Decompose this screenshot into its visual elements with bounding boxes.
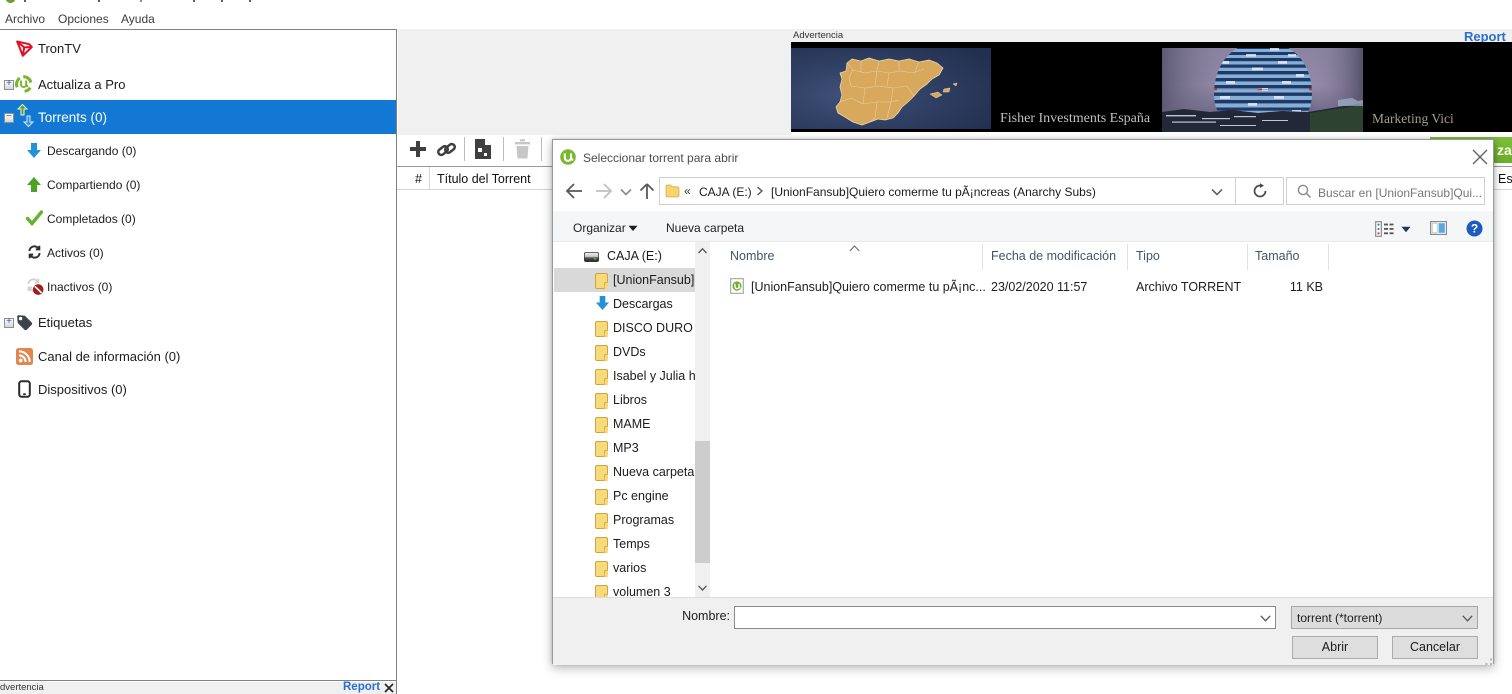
svg-text:?: ? <box>1471 222 1478 236</box>
